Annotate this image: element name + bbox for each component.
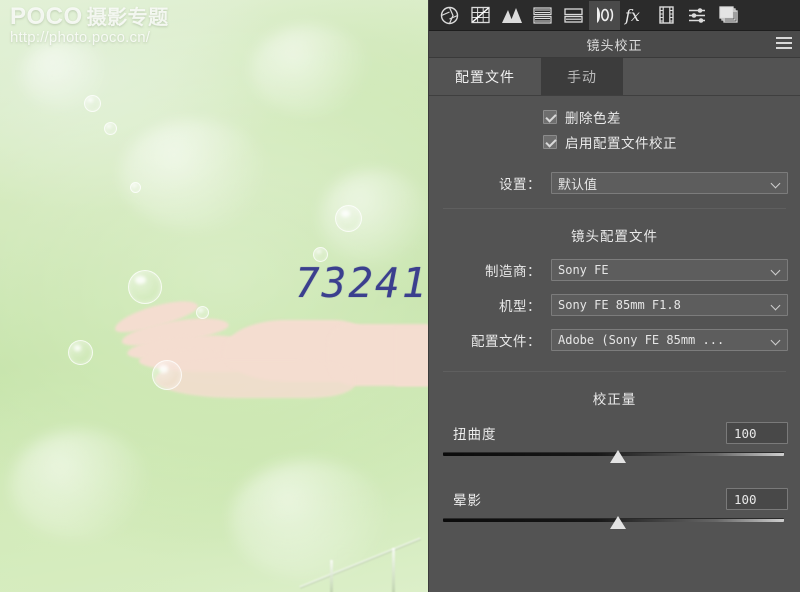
hamburger-menu-icon[interactable]: [776, 37, 792, 51]
checkbox-label: 启用配置文件校正: [565, 135, 677, 151]
effects-fx-icon[interactable]: fx: [620, 1, 651, 30]
detail-icon[interactable]: [496, 1, 527, 30]
bubble: [130, 182, 141, 193]
slider-value-input-distortion[interactable]: 100: [726, 422, 788, 444]
svg-text:fx: fx: [624, 6, 640, 25]
checkbox-label: 删除色差: [565, 110, 621, 126]
application-window: POCO摄影专题 http://photo.poco.cn/ 732412: [0, 0, 800, 592]
bubble: [152, 360, 182, 390]
slider-distortion: 扭曲度 100: [441, 418, 788, 470]
model-label: 机型：: [499, 299, 541, 314]
split-toning-icon[interactable]: [558, 1, 589, 30]
snapshots-icon[interactable]: [713, 1, 744, 30]
checkbox-enable-profile-correction[interactable]: [543, 134, 557, 149]
settings-select[interactable]: 默认值: [551, 172, 788, 194]
slider-vignetting: 晕影 100: [441, 484, 788, 536]
presets-icon[interactable]: [682, 1, 713, 30]
tab-manual[interactable]: 手动: [541, 58, 623, 95]
hsl-grayscale-icon[interactable]: [527, 1, 558, 30]
lens-profile-section-title: 镜头配置文件: [571, 229, 658, 244]
chevron-down-icon: [772, 302, 781, 307]
profile-value: Adobe (Sony FE 85mm ...: [558, 333, 725, 347]
checkbox-row-remove-chromatic-aberration[interactable]: 删除色差: [543, 104, 788, 129]
panel-content: 删除色差 启用配置文件校正 设置： 默认值 镜头配置文件 制造商： Sony F…: [429, 96, 800, 592]
lens-correction-panel: fx 镜头校正 配置文件 手动 删除色差 启用配置文件校正 设置： 默认值 镜头…: [428, 0, 800, 592]
lens-correction-icon[interactable]: [589, 0, 620, 30]
panel-title-bar: 镜头校正: [429, 31, 800, 58]
divider: [443, 208, 786, 209]
settings-label: 设置：: [499, 177, 541, 192]
make-label: 制造商：: [485, 264, 541, 279]
bubble: [335, 205, 362, 232]
tone-curve-icon[interactable]: [465, 1, 496, 30]
make-value: Sony FE: [558, 263, 609, 277]
image-preview-pane[interactable]: POCO摄影专题 http://photo.poco.cn/ 732412: [0, 0, 428, 592]
slider-value-input-vignetting[interactable]: 100: [726, 488, 788, 510]
bubble: [104, 122, 117, 135]
tab-bar-filler: [623, 58, 800, 95]
camera-calibration-icon[interactable]: [651, 1, 682, 30]
railing-post: [392, 548, 395, 592]
chevron-down-icon: [772, 337, 781, 342]
model-select[interactable]: Sony FE 85mm F1.8: [551, 294, 788, 316]
slider-handle-vignetting[interactable]: [609, 516, 626, 529]
checkbox-remove-chromatic-aberration[interactable]: [543, 109, 557, 124]
correction-section-title: 校正量: [592, 392, 637, 407]
divider: [443, 371, 786, 372]
bubble: [84, 95, 101, 112]
checkbox-row-enable-profile-correction[interactable]: 启用配置文件校正: [543, 129, 788, 154]
slider-value-vignetting: 100: [734, 491, 757, 507]
chevron-down-icon: [772, 180, 781, 185]
railing-post: [330, 560, 333, 592]
overlay-number: 732412: [295, 259, 428, 307]
hand-subject: [95, 290, 428, 440]
model-value: Sony FE 85mm F1.8: [558, 298, 681, 312]
make-row: 制造商： Sony FE: [441, 255, 788, 285]
bubble: [196, 306, 209, 319]
model-row: 机型： Sony FE 85mm F1.8: [441, 290, 788, 320]
profile-select[interactable]: Adobe (Sony FE 85mm ...: [551, 329, 788, 351]
slider-label-distortion: 扭曲度: [453, 427, 497, 442]
slider-label-vignetting: 晕影: [453, 493, 482, 508]
profile-row: 配置文件： Adobe (Sony FE 85mm ...: [441, 325, 788, 355]
develop-module-toolbar: fx: [429, 0, 800, 31]
bubble: [128, 270, 162, 304]
slider-value-distortion: 100: [734, 425, 757, 441]
slider-track-vignetting[interactable]: [441, 514, 788, 532]
slider-track-distortion[interactable]: [441, 448, 788, 466]
bubble: [68, 340, 93, 365]
settings-row: 设置： 默认值: [441, 168, 788, 198]
chevron-down-icon: [772, 267, 781, 272]
page-title: 镜头校正: [586, 37, 643, 53]
tab-profile[interactable]: 配置文件: [429, 58, 541, 95]
make-select[interactable]: Sony FE: [551, 259, 788, 281]
basic-adjust-icon[interactable]: [434, 1, 465, 30]
slider-handle-distortion[interactable]: [609, 450, 626, 463]
panel-tabs: 配置文件 手动: [429, 58, 800, 96]
profile-label: 配置文件：: [471, 334, 541, 349]
settings-value: 默认值: [558, 176, 598, 192]
